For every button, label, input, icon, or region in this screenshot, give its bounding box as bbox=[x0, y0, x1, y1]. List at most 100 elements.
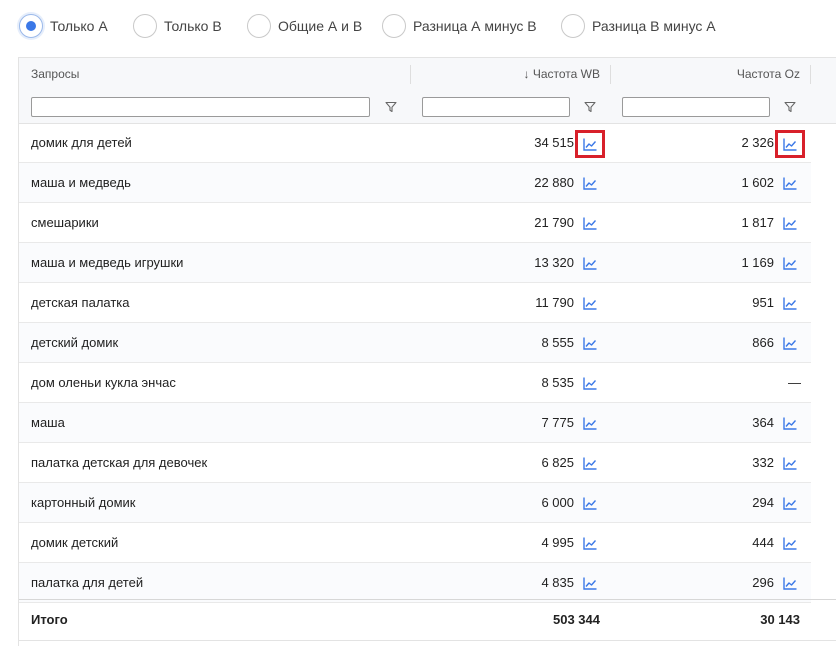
cell-frequency-oz: 1 602 bbox=[741, 175, 774, 190]
cell-frequency-oz: 444 bbox=[752, 535, 774, 550]
line-chart-icon[interactable] bbox=[580, 253, 600, 273]
table-row: смешарики 21 790 1 817 bbox=[19, 203, 811, 243]
table-row: домик детский 4 995 444 bbox=[19, 523, 811, 563]
radio-only-b[interactable]: Только В bbox=[133, 12, 222, 40]
cell-frequency-wb: 8 535 bbox=[541, 375, 574, 390]
cell-frequency-oz: 951 bbox=[752, 295, 774, 310]
cell-frequency-wb: 7 775 bbox=[541, 415, 574, 430]
table-row: картонный домик 6 000 294 bbox=[19, 483, 811, 523]
cell-query: палатка детская для девочек bbox=[31, 455, 208, 470]
cell-frequency-oz: 1 169 bbox=[741, 255, 774, 270]
filter-input-frequency-oz[interactable] bbox=[622, 97, 770, 117]
line-chart-icon[interactable] bbox=[780, 493, 800, 513]
column-divider[interactable] bbox=[610, 65, 611, 84]
cell-query: детский домик bbox=[31, 335, 119, 350]
radio-label-diff-b-minus-a: Разница В минус А bbox=[592, 18, 716, 34]
line-chart-icon[interactable] bbox=[780, 573, 800, 593]
cell-query: картонный домик bbox=[31, 495, 136, 510]
radio-label-only-a: Только А bbox=[50, 18, 108, 34]
line-chart-icon[interactable] bbox=[775, 130, 805, 158]
line-chart-icon[interactable] bbox=[780, 413, 800, 433]
radio-label-common-ab: Общие А и В bbox=[278, 18, 363, 34]
table-row: детская палатка 11 790 951 bbox=[19, 283, 811, 323]
table-row: маша и медведь игрушки 13 320 1 169 bbox=[19, 243, 811, 283]
cell-query: дом оленьи кукла энчас bbox=[31, 375, 176, 390]
radio-label-only-b: Только В bbox=[164, 18, 222, 34]
cell-query: домик детский bbox=[31, 535, 119, 550]
cell-frequency-wb: 6 000 bbox=[541, 495, 574, 510]
header-queries[interactable]: Запросы bbox=[31, 58, 79, 91]
cell-frequency-wb: 4 995 bbox=[541, 535, 574, 550]
line-chart-icon[interactable] bbox=[580, 293, 600, 313]
cell-query: детская палатка bbox=[31, 295, 130, 310]
funnel-icon[interactable] bbox=[385, 101, 397, 113]
cell-frequency-wb: 4 835 bbox=[541, 575, 574, 590]
table-row: палатка детская для девочек 6 825 332 bbox=[19, 443, 811, 483]
cell-query: маша и медведь bbox=[31, 175, 131, 190]
line-chart-icon[interactable] bbox=[780, 533, 800, 553]
filter-input-queries[interactable] bbox=[31, 97, 370, 117]
radio-circle-only-b[interactable] bbox=[133, 14, 157, 38]
cell-frequency-oz: 294 bbox=[752, 495, 774, 510]
line-chart-icon[interactable] bbox=[780, 453, 800, 473]
cell-frequency-wb: 6 825 bbox=[541, 455, 574, 470]
total-row: Итого 503 344 30 143 bbox=[19, 599, 836, 641]
line-chart-icon[interactable] bbox=[580, 373, 600, 393]
cell-frequency-oz: 332 bbox=[752, 455, 774, 470]
cell-frequency-wb: 8 555 bbox=[541, 335, 574, 350]
column-divider[interactable] bbox=[410, 65, 411, 84]
table-row: домик для детей 34 515 2 326 bbox=[19, 123, 811, 163]
radio-diff-a-minus-b[interactable]: Разница А минус В bbox=[382, 12, 537, 40]
line-chart-icon[interactable] bbox=[580, 413, 600, 433]
radio-circle-common-ab[interactable] bbox=[247, 14, 271, 38]
cell-frequency-wb: 34 515 bbox=[534, 135, 574, 150]
radio-label-diff-a-minus-b: Разница А минус В bbox=[413, 18, 537, 34]
total-label: Итого bbox=[31, 612, 68, 627]
cell-frequency-oz: — bbox=[788, 375, 801, 390]
line-chart-icon[interactable] bbox=[580, 453, 600, 473]
table-row: палатка для детей 4 835 296 bbox=[19, 563, 811, 603]
line-chart-icon[interactable] bbox=[575, 130, 605, 158]
table-row: дом оленьи кукла энчас 8 535 — bbox=[19, 363, 811, 403]
cell-query: палатка для детей bbox=[31, 575, 144, 590]
line-chart-icon[interactable] bbox=[580, 493, 600, 513]
header-frequency-oz[interactable]: Частота Oz bbox=[737, 58, 800, 91]
radio-circle-diff-a-minus-b[interactable] bbox=[382, 14, 406, 38]
header-frequency-wb[interactable]: ↓ Частота WB bbox=[524, 58, 600, 91]
cell-frequency-wb: 11 790 bbox=[535, 295, 574, 310]
table-row: детский домик 8 555 866 bbox=[19, 323, 811, 363]
line-chart-icon[interactable] bbox=[780, 213, 800, 233]
line-chart-icon[interactable] bbox=[580, 213, 600, 233]
total-frequency-wb: 503 344 bbox=[553, 612, 600, 627]
radio-only-a[interactable]: Только А bbox=[19, 12, 108, 40]
radio-common-ab[interactable]: Общие А и В bbox=[247, 12, 362, 40]
table-row: маша 7 775 364 bbox=[19, 403, 811, 443]
radio-circle-diff-b-minus-a[interactable] bbox=[561, 14, 585, 38]
line-chart-icon[interactable] bbox=[580, 173, 600, 193]
line-chart-icon[interactable] bbox=[580, 573, 600, 593]
table-body: домик для детей 34 515 2 326 маша и медведь… bbox=[19, 123, 836, 603]
funnel-icon[interactable] bbox=[584, 101, 596, 113]
cell-query: маша bbox=[31, 415, 65, 430]
column-divider[interactable] bbox=[810, 65, 811, 84]
cell-frequency-oz: 364 bbox=[752, 415, 774, 430]
filter-row bbox=[19, 91, 836, 124]
line-chart-icon[interactable] bbox=[580, 533, 600, 553]
cell-frequency-oz: 296 bbox=[752, 575, 774, 590]
filter-input-frequency-wb[interactable] bbox=[422, 97, 570, 117]
line-chart-icon[interactable] bbox=[780, 293, 800, 313]
cell-frequency-oz: 2 326 bbox=[741, 135, 774, 150]
table-row: маша и медведь 22 880 1 602 bbox=[19, 163, 811, 203]
line-chart-icon[interactable] bbox=[780, 333, 800, 353]
line-chart-icon[interactable] bbox=[780, 253, 800, 273]
table-header: Запросы ↓ Частота WB Частота Oz bbox=[19, 58, 836, 92]
cell-frequency-wb: 13 320 bbox=[534, 255, 574, 270]
queries-table: Запросы ↓ Частота WB Частота Oz домик дл… bbox=[18, 57, 836, 646]
line-chart-icon[interactable] bbox=[780, 173, 800, 193]
cell-frequency-oz: 866 bbox=[752, 335, 774, 350]
radio-diff-b-minus-a[interactable]: Разница В минус А bbox=[561, 12, 716, 40]
cell-frequency-oz: 1 817 bbox=[741, 215, 774, 230]
line-chart-icon[interactable] bbox=[580, 333, 600, 353]
radio-circle-only-a[interactable] bbox=[19, 14, 43, 38]
funnel-icon[interactable] bbox=[784, 101, 796, 113]
